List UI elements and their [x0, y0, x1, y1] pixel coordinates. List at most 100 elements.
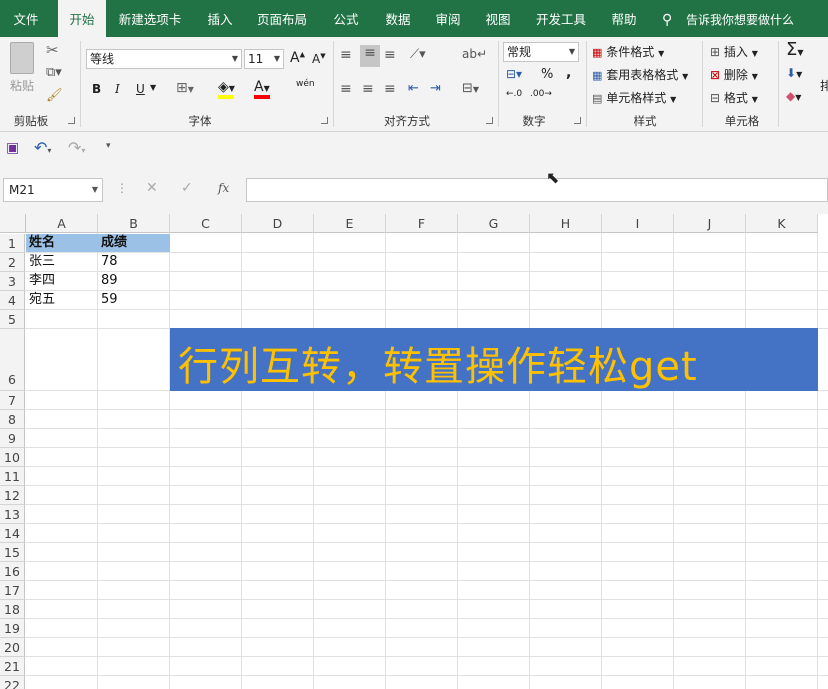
enter-icon[interactable]: ✓	[181, 180, 193, 196]
tab-formulas[interactable]: 公式	[320, 0, 372, 37]
cancel-icon[interactable]: ✕	[146, 180, 158, 196]
row-header-2[interactable]: 2	[0, 253, 25, 272]
row-header-1[interactable]: 1	[0, 234, 25, 253]
column-header-c[interactable]: C	[170, 214, 242, 233]
format-painter-icon[interactable]: 🖌	[46, 88, 63, 103]
fill-color-icon[interactable]: ◈▼	[218, 79, 235, 95]
tab-file[interactable]: 文件	[0, 0, 52, 37]
increase-decimal-icon[interactable]: ←.0	[506, 89, 522, 99]
row-header-8[interactable]: 8	[0, 410, 25, 429]
paste-icon[interactable]	[10, 42, 34, 74]
insert-cells-button[interactable]: ⊞ 插入 ▼	[710, 43, 758, 60]
phonetic-icon[interactable]: wén	[296, 79, 315, 89]
grow-font-icon[interactable]: A▲	[290, 50, 305, 66]
tab-developer[interactable]: 开发工具	[527, 0, 595, 37]
clear-icon[interactable]: ◆▼	[786, 89, 801, 103]
align-right-icon[interactable]: ≡	[384, 81, 396, 97]
paste-button[interactable]: 粘贴	[10, 77, 34, 94]
format-cells-button[interactable]: ⊟ 格式 ▼	[710, 89, 758, 106]
customize-qat-icon[interactable]: ▾	[106, 141, 111, 151]
align-bottom-icon[interactable]: ≡	[384, 47, 396, 63]
column-header-e[interactable]: E	[314, 214, 386, 233]
align-left-icon[interactable]: ≡	[340, 81, 352, 97]
merge-center-icon[interactable]: ⊟▼	[462, 81, 479, 96]
row-header-20[interactable]: 20	[0, 638, 25, 657]
save-icon[interactable]: ▣	[6, 140, 19, 156]
copy-icon[interactable]: ⧉▾	[46, 65, 62, 80]
cell-b2[interactable]: 78	[98, 253, 118, 271]
number-format-select[interactable]: 常规 ▼	[503, 42, 579, 62]
cell-styles-button[interactable]: ▤ 单元格样式 ▼	[592, 89, 676, 106]
tab-new[interactable]: 新建选项卡	[112, 0, 188, 37]
redo-icon[interactable]: ↷▾	[68, 138, 85, 157]
row-header-3[interactable]: 3	[0, 272, 25, 291]
bold-button[interactable]: B	[92, 82, 101, 96]
cell-a1[interactable]: 姓名	[26, 234, 55, 252]
font-launcher-icon[interactable]	[321, 117, 328, 124]
align-middle-icon[interactable]: ≡	[360, 45, 380, 67]
tab-review[interactable]: 审阅	[424, 0, 472, 37]
formula-input[interactable]	[246, 178, 828, 202]
align-top-icon[interactable]: ≡	[340, 47, 352, 63]
worksheet-grid[interactable]: ABCDEFGHIJK 1 2 3 4 5 6 7 8 9 10 11 12 13 14 15 16 17 18 1…	[0, 214, 828, 689]
sort-filter-button[interactable]: 排	[820, 77, 828, 94]
tab-insert[interactable]: 插入	[196, 0, 244, 37]
fill-icon[interactable]: ⬇▼	[786, 66, 802, 80]
font-name-select[interactable]: 等线 ▼	[86, 49, 242, 69]
column-header-h[interactable]: H	[530, 214, 602, 233]
cell-a2[interactable]: 张三	[26, 253, 55, 271]
shrink-font-icon[interactable]: A▼	[312, 52, 326, 66]
number-launcher-icon[interactable]	[574, 117, 581, 124]
insert-function-button[interactable]: fx	[218, 181, 229, 195]
tell-me-box[interactable]: 告诉我你想要做什么	[686, 0, 794, 37]
italic-button[interactable]: I	[115, 82, 120, 96]
row-header-18[interactable]: 18	[0, 600, 25, 619]
accounting-format-icon[interactable]: ⊟▾	[506, 67, 522, 81]
underline-dropdown-icon[interactable]: ▼	[150, 83, 156, 92]
tab-data[interactable]: 数据	[374, 0, 422, 37]
column-header-f[interactable]: F	[386, 214, 458, 233]
cut-icon[interactable]: ✂	[46, 41, 59, 59]
format-as-table-button[interactable]: ▦ 套用表格格式 ▼	[592, 66, 688, 83]
cell-b1[interactable]: 成绩	[98, 234, 127, 252]
column-header-k[interactable]: K	[746, 214, 818, 233]
align-center-icon[interactable]: ≡	[362, 81, 374, 97]
row-header-14[interactable]: 14	[0, 524, 25, 543]
column-header-a[interactable]: A	[26, 214, 98, 233]
cell-a4[interactable]: 宛五	[26, 291, 55, 309]
font-size-select[interactable]: 11 ▼	[244, 49, 284, 69]
cell-b4[interactable]: 59	[98, 291, 118, 309]
autosum-icon[interactable]: Σ▼	[786, 39, 804, 60]
tab-page-layout[interactable]: 页面布局	[250, 0, 314, 37]
row-header-9[interactable]: 9	[0, 429, 25, 448]
row-header-22[interactable]: 22	[0, 676, 25, 689]
row-header-4[interactable]: 4	[0, 291, 25, 310]
column-header-b[interactable]: B	[98, 214, 170, 233]
row-header-6[interactable]: 6	[0, 329, 25, 391]
delete-cells-button[interactable]: ⊠ 删除 ▼	[710, 66, 758, 83]
row-header-5[interactable]: 5	[0, 310, 25, 329]
tab-home[interactable]: 开始	[58, 0, 106, 38]
name-box[interactable]: M21 ▼	[3, 178, 103, 202]
row-header-12[interactable]: 12	[0, 486, 25, 505]
tab-view[interactable]: 视图	[474, 0, 522, 37]
column-header-d[interactable]: D	[242, 214, 314, 233]
row-header-7[interactable]: 7	[0, 391, 25, 410]
row-header-13[interactable]: 13	[0, 505, 25, 524]
row-header-10[interactable]: 10	[0, 448, 25, 467]
increase-indent-icon[interactable]: ⇥	[430, 81, 441, 96]
alignment-launcher-icon[interactable]	[486, 117, 493, 124]
wrap-text-icon[interactable]: ab↵	[462, 47, 487, 61]
orientation-icon[interactable]: ⟋▾	[410, 47, 426, 62]
underline-button[interactable]: U	[136, 82, 145, 96]
cell-a3[interactable]: 李四	[26, 272, 55, 290]
percent-button[interactable]: %	[541, 67, 553, 82]
undo-icon[interactable]: ↶▾	[34, 138, 51, 157]
row-header-16[interactable]: 16	[0, 562, 25, 581]
borders-icon[interactable]: ⊞▼	[176, 80, 194, 96]
cell-b3[interactable]: 89	[98, 272, 118, 290]
column-header-g[interactable]: G	[458, 214, 530, 233]
tab-help[interactable]: 帮助	[600, 0, 648, 37]
clipboard-launcher-icon[interactable]	[68, 117, 75, 124]
font-color-icon[interactable]: A▼	[254, 79, 270, 95]
